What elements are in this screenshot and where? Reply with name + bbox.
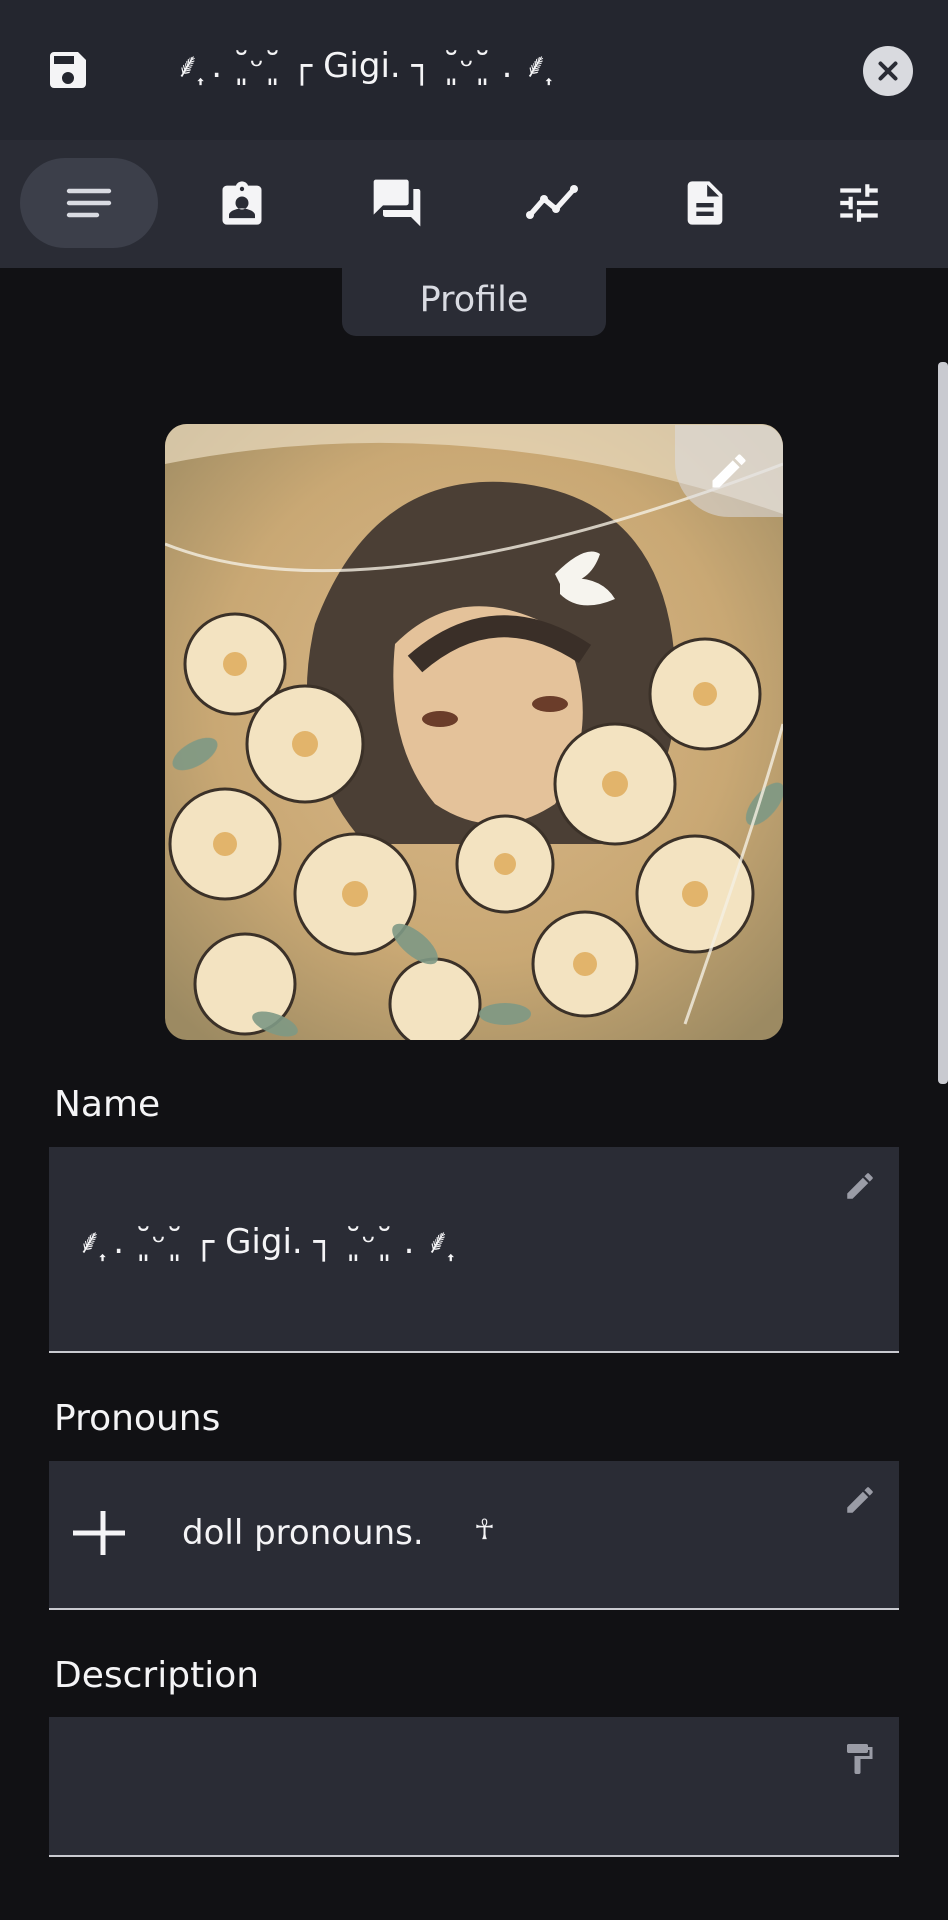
trend-line-icon xyxy=(526,185,578,219)
tab-profile[interactable] xyxy=(20,158,158,248)
pencil-icon xyxy=(712,454,746,488)
plus-icon xyxy=(73,1511,125,1555)
pronouns-label: Pronouns xyxy=(54,1398,221,1439)
avatar-edit-button[interactable] xyxy=(675,424,783,518)
tab-settings[interactable] xyxy=(790,158,928,248)
tab-notes[interactable] xyxy=(636,158,774,248)
close-icon xyxy=(878,61,898,81)
chat-bubbles-icon xyxy=(373,179,421,227)
tab-bar xyxy=(0,140,948,268)
name-value: ⸙͎ . ˘͈ᵕ˘͈ ┌ Gigi. ┐ ˘͈ᵕ˘͈ . ⸙͎ xyxy=(77,1222,451,1262)
pronouns-value: doll pronouns. xyxy=(182,1513,424,1553)
description-label: Description xyxy=(54,1655,260,1696)
pronouns-field[interactable]: doll pronouns. ☥ xyxy=(49,1461,899,1610)
name-field[interactable]: ⸙͎ . ˘͈ᵕ˘͈ ┌ Gigi. ┐ ˘͈ᵕ˘͈ . ⸙͎ xyxy=(49,1147,899,1353)
paint-roller-icon[interactable] xyxy=(841,1739,877,1779)
sliders-icon xyxy=(840,184,878,222)
ankh-symbol: ☥ xyxy=(474,1513,495,1546)
name-label: Name xyxy=(54,1084,161,1125)
close-button[interactable] xyxy=(863,46,913,96)
tab-analytics[interactable] xyxy=(483,158,621,248)
top-app-bar: ⸙͎ . ˘͈ᵕ˘͈ ┌ Gigi. ┐ ˘͈ᵕ˘͈ . ⸙͎ xyxy=(0,0,948,140)
tab-tooltip: Profile xyxy=(342,268,606,336)
contact-badge-icon xyxy=(222,181,262,225)
lines-icon xyxy=(66,188,112,218)
pencil-icon[interactable] xyxy=(843,1483,877,1517)
document-icon xyxy=(687,181,723,225)
pencil-icon[interactable] xyxy=(843,1169,877,1203)
save-icon[interactable] xyxy=(44,46,92,94)
description-field[interactable] xyxy=(49,1717,899,1857)
tab-info[interactable] xyxy=(173,158,311,248)
scrollbar[interactable] xyxy=(938,362,948,1084)
tab-messages[interactable] xyxy=(328,158,466,248)
system-title: ⸙͎ . ˘͈ᵕ˘͈ ┌ Gigi. ┐ ˘͈ᵕ˘͈ . ⸙͎ xyxy=(175,46,549,86)
